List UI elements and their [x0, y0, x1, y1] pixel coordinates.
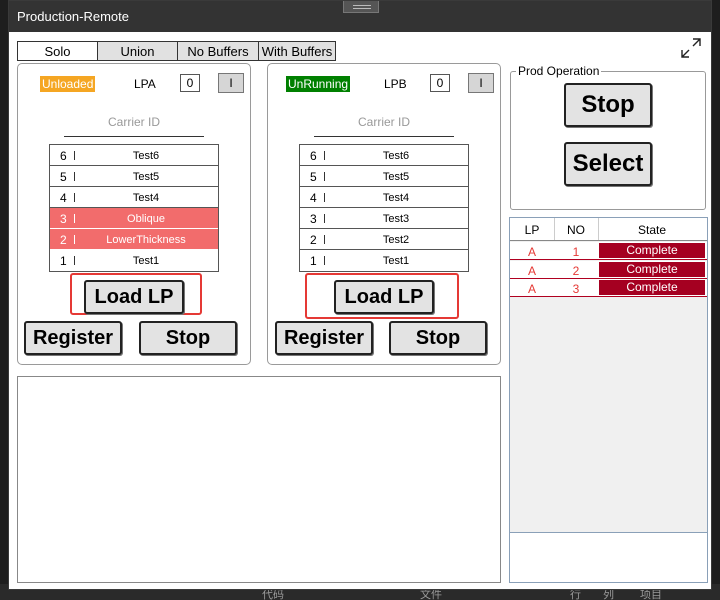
tab-solo[interactable]: Solo	[17, 41, 98, 61]
slot-name: Test1	[132, 255, 160, 267]
column-header-lp[interactable]: LP	[510, 223, 554, 237]
slot-number: 4	[310, 191, 317, 205]
slot-name: Test6	[132, 150, 160, 162]
lp-a-stop-button[interactable]: Stop	[139, 321, 237, 355]
slot-row[interactable]: 5 Test5	[300, 166, 468, 187]
lp-a-status-badge: Unloaded	[40, 76, 96, 92]
cell-state: Complete	[599, 280, 705, 295]
lp-b-status-badge: UnRunning	[286, 76, 351, 92]
slot-number: 6	[310, 149, 317, 163]
lp-b-count: 0	[430, 74, 450, 92]
slot-row[interactable]: 1 Test1	[300, 250, 468, 271]
column-header-no[interactable]: NO	[554, 223, 598, 237]
cell-no: 3	[572, 282, 580, 296]
cell-lp: A	[527, 245, 536, 259]
lp-a-toggle-button[interactable]: I	[218, 73, 244, 93]
lp-b-panel: UnRunning LPB 0 I Carrier ID 6 Test6 5 Tes…	[267, 63, 501, 365]
slot-number: 2	[60, 233, 67, 247]
prod-select-button[interactable]: Select	[564, 142, 652, 186]
slot-number: 6	[60, 149, 67, 163]
lp-a-slot-list: 6 Test6 5 Test5 4 Test4 3 Oblique 2 LowerThic…	[49, 144, 219, 272]
lp-b-toggle-button[interactable]: I	[468, 73, 494, 93]
state-table-footer	[510, 532, 707, 582]
slot-name: Test4	[382, 192, 410, 204]
lp-b-register-button[interactable]: Register	[275, 321, 373, 355]
cell-lp: A	[527, 282, 536, 296]
state-table: LP NO State A 1 Complete A 2 Complete A …	[509, 217, 708, 583]
lp-a-carrier-label: Carrier ID	[107, 115, 160, 129]
slot-row[interactable]: 4 Test4	[50, 187, 218, 208]
prod-stop-button[interactable]: Stop	[564, 83, 652, 127]
drag-handle-icon[interactable]	[343, 1, 379, 13]
slot-name: Test3	[382, 213, 410, 225]
slot-number: 5	[310, 170, 317, 184]
slot-row[interactable]: 3 Oblique	[50, 208, 218, 229]
expand-icon[interactable]	[679, 37, 703, 59]
prod-operation-group: Prod Operation Stop Select	[510, 64, 706, 210]
slot-name: Test2	[382, 234, 410, 246]
state-table-header: LP NO State	[510, 218, 707, 241]
slot-number: 3	[310, 212, 317, 226]
lp-b-slot-list: 6 Test6 5 Test5 4 Test4 3 Test3 2 Test2 1 Test…	[299, 144, 469, 272]
slot-name: Test5	[382, 171, 410, 183]
slot-number: 1	[60, 254, 67, 268]
carrier-divider	[64, 136, 204, 137]
slot-row[interactable]: 6 Test6	[50, 145, 218, 166]
lp-b-stop-button[interactable]: Stop	[389, 321, 487, 355]
slot-number: 4	[60, 191, 67, 205]
slot-number: 3	[60, 212, 67, 226]
column-header-state[interactable]: State	[599, 223, 705, 237]
mode-tabs: Solo Union No Buffers With Buffers	[17, 41, 336, 61]
log-output-area[interactable]	[17, 376, 501, 583]
slot-row[interactable]: 2 Test2	[300, 229, 468, 250]
window-title: Production-Remote	[17, 9, 129, 24]
table-row[interactable]: A 2 Complete	[510, 261, 707, 279]
slot-row[interactable]: 3 Test3	[300, 208, 468, 229]
prod-operation-label: Prod Operation	[516, 64, 602, 78]
tab-with-buffers[interactable]: With Buffers	[258, 41, 336, 61]
slot-row[interactable]: 1 Test1	[50, 250, 218, 271]
lp-a-panel: Unloaded LPA 0 I Carrier ID 6 Test6 5 Test…	[17, 63, 251, 365]
carrier-divider	[314, 136, 454, 137]
cell-no: 1	[572, 245, 580, 259]
cell-state: Complete	[599, 262, 705, 277]
tab-union[interactable]: Union	[97, 41, 178, 61]
slot-row[interactable]: 6 Test6	[300, 145, 468, 166]
table-row[interactable]: A 3 Complete	[510, 279, 707, 297]
lp-a-register-button[interactable]: Register	[24, 321, 122, 355]
tab-no-buffers[interactable]: No Buffers	[177, 41, 259, 61]
lp-a-load-button[interactable]: Load LP	[84, 280, 184, 314]
slot-name: LowerThickness	[106, 234, 186, 246]
slot-number: 5	[60, 170, 67, 184]
slot-name: Test5	[132, 171, 160, 183]
cell-lp: A	[527, 264, 536, 278]
slot-row[interactable]: 2 LowerThickness	[50, 229, 218, 250]
lp-a-count: 0	[180, 74, 200, 92]
slot-name: Test6	[382, 150, 410, 162]
production-remote-window: Production-Remote Solo Union No Buffers …	[8, 0, 712, 590]
slot-name: Test1	[382, 255, 410, 267]
slot-name: Test4	[132, 192, 160, 204]
slot-name: Oblique	[127, 213, 165, 225]
table-row[interactable]: A 1 Complete	[510, 242, 707, 260]
slot-row[interactable]: 4 Test4	[300, 187, 468, 208]
slot-number: 2	[310, 233, 317, 247]
slot-number: 1	[310, 254, 317, 268]
slot-row[interactable]: 5 Test5	[50, 166, 218, 187]
lp-a-name: LPA	[134, 77, 156, 91]
title-bar[interactable]: Production-Remote	[9, 1, 711, 32]
lp-b-carrier-label: Carrier ID	[357, 115, 410, 129]
lp-b-name: LPB	[384, 77, 407, 91]
cell-no: 2	[572, 264, 580, 278]
cell-state: Complete	[599, 243, 705, 258]
lp-b-load-button[interactable]: Load LP	[334, 280, 434, 314]
